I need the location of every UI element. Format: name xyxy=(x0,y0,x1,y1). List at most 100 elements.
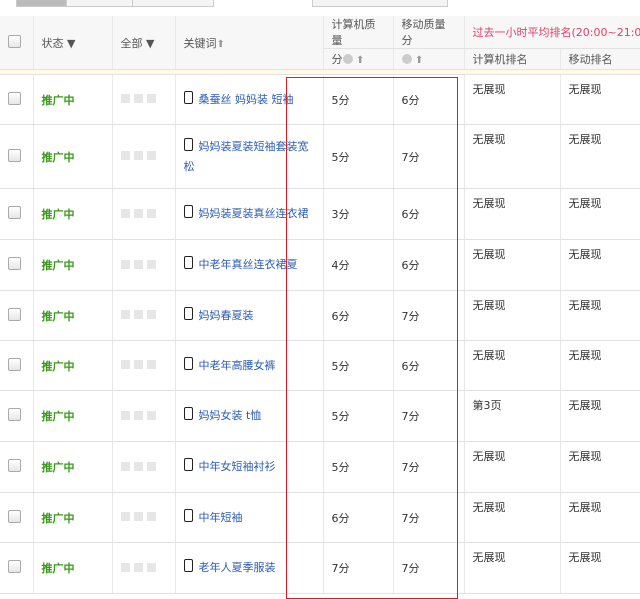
mobile-quality: 7分 xyxy=(393,290,465,341)
keyword-link[interactable]: 妈妈女装 t恤 xyxy=(199,409,262,422)
mobile-quality: 6分 xyxy=(393,239,465,291)
mobile-icon xyxy=(183,256,193,269)
placeholder-icons xyxy=(112,390,176,442)
table-row: 推广中 中老年真丝连衣裙夏 4分 6分 无展现 无展现 xyxy=(0,239,640,291)
blank-icon xyxy=(146,410,156,420)
pc-quality: 4分 xyxy=(323,239,394,291)
placeholder-icons xyxy=(112,542,176,594)
blank-icon xyxy=(146,151,156,160)
mobile-quality: 6分 xyxy=(393,74,465,125)
sort-up-icon[interactable]: ⬆ xyxy=(217,39,225,50)
blank-icon xyxy=(120,562,130,572)
pc-quality: 5分 xyxy=(323,124,394,189)
keyword-cell: 桑蚕丝 妈妈装 短袖 xyxy=(175,74,324,125)
tab[interactable] xyxy=(66,0,134,7)
blank-icon xyxy=(133,562,143,572)
blank-icon xyxy=(146,310,156,319)
status-header[interactable]: 状态 ▼ xyxy=(33,16,113,70)
mobile-icon xyxy=(183,407,193,420)
select-all-checkbox[interactable] xyxy=(8,34,21,48)
keyword-link[interactable]: 老年人夏季服装 xyxy=(199,561,276,574)
keyword-header[interactable]: 关键词⬆ xyxy=(175,16,324,70)
mobile-quality: 7分 xyxy=(393,542,465,594)
table-row: 推广中 老年人夏季服装 7分 7分 无展现 无展现 xyxy=(0,542,640,594)
table-row: 推广中 妈妈装夏装真丝连衣裙 3分 6分 无展现 无展现 xyxy=(0,188,640,240)
row-checkbox[interactable] xyxy=(8,357,21,371)
blank-icon xyxy=(120,360,130,369)
keyword-cell: 妈妈装夏装短袖套装宽松 xyxy=(175,124,324,189)
row-checkbox[interactable] xyxy=(8,91,21,105)
dropdown-icon[interactable]: ▼ xyxy=(67,37,75,50)
row-checkbox[interactable] xyxy=(8,206,21,219)
help-icon[interactable] xyxy=(342,54,353,64)
blank-icon xyxy=(120,410,130,420)
mobile-quality-sort: ⬆ xyxy=(393,48,465,70)
dropdown-icon[interactable]: ▼ xyxy=(146,37,154,50)
row-select-cell xyxy=(0,124,34,189)
blank-icon xyxy=(146,360,156,369)
keyword-link[interactable]: 中年短袖 xyxy=(199,511,243,524)
row-checkbox[interactable] xyxy=(8,509,21,523)
row-select-cell xyxy=(0,492,34,543)
mobile-icon xyxy=(183,306,193,320)
mobile-quality-header[interactable]: 移动质量分 xyxy=(393,16,465,49)
row-select-cell xyxy=(0,74,34,125)
tab[interactable] xyxy=(132,0,214,7)
help-icon[interactable] xyxy=(401,53,412,64)
blank-icon xyxy=(146,562,156,572)
row-checkbox[interactable] xyxy=(8,307,21,321)
keyword-link[interactable]: 中老年高腰女裤 xyxy=(199,359,276,372)
table-row: 推广中 中老年高腰女裤 5分 6分 无展现 无展现 xyxy=(0,340,640,391)
mobile-icon xyxy=(183,508,193,522)
mobile-icon xyxy=(183,458,193,471)
status-label: 推广中 xyxy=(33,441,113,493)
table-row: 推广中 桑蚕丝 妈妈装 短袖 5分 6分 无展现 无展现 xyxy=(0,74,640,125)
keyword-link[interactable]: 妈妈春夏装 xyxy=(199,309,254,322)
mobile-icon xyxy=(183,559,193,572)
mobile-quality: 7分 xyxy=(393,124,465,189)
blank-icon xyxy=(133,512,143,521)
row-checkbox[interactable] xyxy=(8,560,21,573)
mobile-quality: 7分 xyxy=(393,441,465,493)
keyword-link[interactable]: 妈妈装夏装短袖套装宽松 xyxy=(184,140,309,173)
blank-icon xyxy=(133,410,143,420)
pc-quality-header[interactable]: 计算机质量 xyxy=(323,16,394,49)
mobile-icon xyxy=(183,356,193,370)
placeholder-icons xyxy=(112,239,176,291)
toolbar-button[interactable] xyxy=(312,0,448,7)
placeholder-icons xyxy=(112,124,176,189)
keyword-link[interactable]: 中年女短袖衬衫 xyxy=(199,460,276,473)
pc-rank: 无展现 xyxy=(464,340,561,391)
tab-active[interactable] xyxy=(16,0,68,7)
sort-up-icon[interactable]: ⬆ xyxy=(356,55,364,66)
status-label: 推广中 xyxy=(33,492,113,543)
pc-rank: 第3页 xyxy=(464,390,561,442)
keyword-cell: 中老年高腰女裤 xyxy=(175,340,324,391)
all-header[interactable]: 全部 ▼ xyxy=(112,16,176,70)
sort-up-icon[interactable]: ⬆ xyxy=(415,55,423,66)
mobile-quality: 6分 xyxy=(393,188,465,240)
blank-icon xyxy=(146,461,156,471)
blank-icon xyxy=(120,310,130,319)
keyword-cell: 中年短袖 xyxy=(175,492,324,543)
keyword-link[interactable]: 桑蚕丝 妈妈装 短袖 xyxy=(199,93,294,106)
pc-rank: 无展现 xyxy=(464,74,561,125)
mobile-rank: 无展现 xyxy=(560,390,640,442)
pc-quality: 7分 xyxy=(323,542,394,594)
mobile-icon xyxy=(183,205,193,218)
keyword-link[interactable]: 妈妈装夏装真丝连衣裙 xyxy=(199,207,309,220)
mobile-icon xyxy=(183,137,193,151)
row-select-cell xyxy=(0,239,34,291)
keyword-link[interactable]: 中老年真丝连衣裙夏 xyxy=(199,258,298,271)
row-select-cell xyxy=(0,340,34,391)
row-checkbox[interactable] xyxy=(8,257,21,270)
placeholder-icons xyxy=(112,188,176,240)
row-checkbox[interactable] xyxy=(8,148,21,162)
top-toolbar xyxy=(0,0,640,17)
table-row: 推广中 妈妈女装 t恤 5分 7分 第3页 无展现 xyxy=(0,390,640,442)
status-label: 推广中 xyxy=(33,239,113,291)
row-checkbox[interactable] xyxy=(8,408,21,421)
mobile-rank: 无展现 xyxy=(560,492,640,543)
row-checkbox[interactable] xyxy=(8,459,21,472)
pc-quality: 6分 xyxy=(323,290,394,341)
